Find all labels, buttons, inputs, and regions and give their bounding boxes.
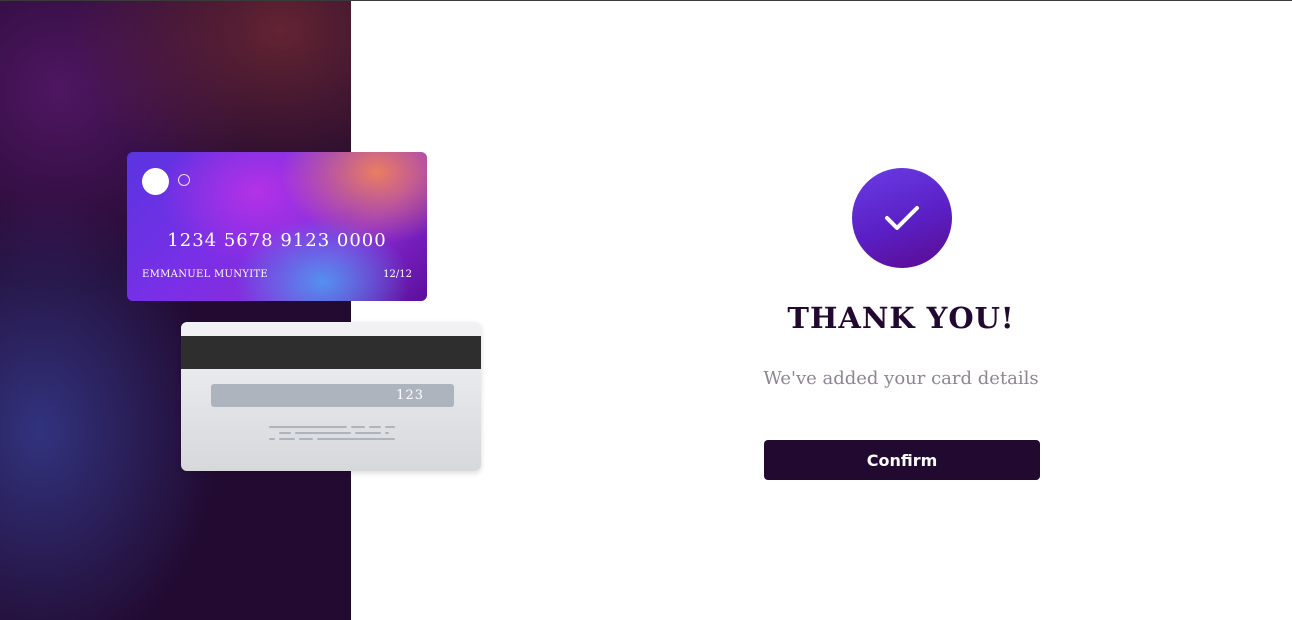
card-fine-print xyxy=(269,426,395,442)
success-badge xyxy=(852,168,952,268)
thank-you-heading: THANK YOU! xyxy=(787,301,1015,335)
confirm-button[interactable]: Confirm xyxy=(764,440,1040,480)
card-expiry: 12/12 xyxy=(383,269,412,280)
card-back-preview: 123 xyxy=(181,322,481,471)
cardholder-name: EMMANUEL MUNYITE xyxy=(142,269,269,280)
success-message: We've added your card details xyxy=(763,368,1039,389)
decorative-gradient-panel xyxy=(0,1,351,620)
signature-strip: 123 xyxy=(211,384,454,407)
card-cvc: 123 xyxy=(396,388,424,403)
check-icon xyxy=(885,206,919,230)
card-logo-filled-circle-icon xyxy=(142,168,169,195)
page: 1234 5678 9123 0000 EMMANUEL MUNYITE 12/… xyxy=(0,0,1292,620)
magnetic-stripe xyxy=(181,336,481,369)
card-logo-outline-circle-icon xyxy=(178,174,190,186)
card-front-preview: 1234 5678 9123 0000 EMMANUEL MUNYITE 12/… xyxy=(127,152,427,301)
card-number: 1234 5678 9123 0000 xyxy=(167,230,387,251)
